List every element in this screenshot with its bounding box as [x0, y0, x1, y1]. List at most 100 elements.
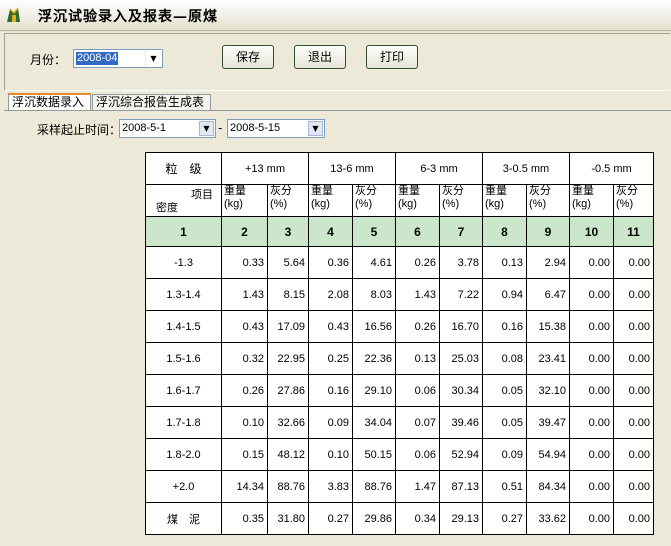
ash-cell[interactable]: 50.15 — [352, 438, 396, 471]
ash-cell[interactable]: 0.00 — [613, 470, 654, 503]
ash-cell[interactable]: 31.80 — [267, 502, 309, 535]
weight-cell[interactable]: 0.43 — [308, 310, 353, 343]
ash-cell[interactable]: 0.00 — [613, 310, 654, 343]
weight-cell[interactable]: 0.36 — [308, 246, 353, 279]
weight-cell[interactable]: 2.08 — [308, 278, 353, 311]
tab-report-generation[interactable]: 浮沉综合报告生成表 — [92, 94, 211, 111]
weight-cell[interactable]: 0.35 — [221, 502, 268, 535]
weight-cell[interactable]: 1.43 — [221, 278, 268, 311]
ash-cell[interactable]: 0.00 — [613, 342, 654, 375]
ash-cell[interactable]: 29.86 — [352, 502, 396, 535]
weight-cell[interactable]: 0.00 — [569, 502, 614, 535]
weight-cell[interactable]: 0.00 — [569, 246, 614, 279]
ash-cell[interactable]: 27.86 — [267, 374, 309, 407]
ash-cell[interactable]: 0.00 — [613, 278, 654, 311]
weight-cell[interactable]: 14.34 — [221, 470, 268, 503]
ash-cell[interactable]: 48.12 — [267, 438, 309, 471]
weight-cell[interactable]: 1.47 — [395, 470, 440, 503]
chevron-down-icon[interactable]: ▼ — [308, 121, 323, 136]
weight-cell[interactable]: 0.33 — [221, 246, 268, 279]
ash-cell[interactable]: 32.10 — [526, 374, 570, 407]
weight-cell[interactable]: 0.51 — [482, 470, 527, 503]
ash-cell[interactable]: 30.34 — [439, 374, 483, 407]
weight-cell[interactable]: 0.34 — [395, 502, 440, 535]
print-button[interactable]: 打印 — [366, 45, 418, 69]
weight-cell[interactable]: 0.32 — [221, 342, 268, 375]
weight-cell[interactable]: 0.00 — [569, 438, 614, 471]
ash-cell[interactable]: 0.00 — [613, 438, 654, 471]
ash-cell[interactable]: 32.66 — [267, 406, 309, 439]
ash-cell[interactable]: 29.13 — [439, 502, 483, 535]
save-button[interactable]: 保存 — [222, 45, 274, 69]
ash-cell[interactable]: 17.09 — [267, 310, 309, 343]
ash-cell[interactable]: 29.10 — [352, 374, 396, 407]
ash-cell[interactable]: 0.00 — [613, 406, 654, 439]
month-select[interactable]: 2008-04 ▼ — [73, 49, 163, 68]
ash-cell[interactable]: 87.13 — [439, 470, 483, 503]
ash-cell[interactable]: 6.47 — [526, 278, 570, 311]
weight-cell[interactable]: 0.00 — [569, 278, 614, 311]
ash-cell[interactable]: 3.78 — [439, 246, 483, 279]
ash-cell[interactable]: 15.38 — [526, 310, 570, 343]
weight-cell[interactable]: 0.07 — [395, 406, 440, 439]
chevron-down-icon[interactable]: ▼ — [199, 121, 214, 136]
ash-cell[interactable]: 25.03 — [439, 342, 483, 375]
weight-cell[interactable]: 0.13 — [395, 342, 440, 375]
weight-cell[interactable]: 0.00 — [569, 342, 614, 375]
weight-cell[interactable]: 0.09 — [308, 406, 353, 439]
ash-cell[interactable]: 23.41 — [526, 342, 570, 375]
ash-cell[interactable]: 5.64 — [267, 246, 309, 279]
weight-cell[interactable]: 0.16 — [482, 310, 527, 343]
weight-cell[interactable]: 0.10 — [221, 406, 268, 439]
start-date-select[interactable]: 2008-5-1 ▼ — [119, 119, 216, 138]
weight-cell[interactable]: 0.00 — [569, 374, 614, 407]
ash-cell[interactable]: 16.56 — [352, 310, 396, 343]
weight-cell[interactable]: 0.26 — [395, 310, 440, 343]
ash-cell[interactable]: 4.61 — [352, 246, 396, 279]
weight-cell[interactable]: 0.16 — [308, 374, 353, 407]
chevron-down-icon[interactable]: ▼ — [145, 51, 161, 66]
ash-cell[interactable]: 8.03 — [352, 278, 396, 311]
weight-cell[interactable]: 0.13 — [482, 246, 527, 279]
ash-cell[interactable]: 54.94 — [526, 438, 570, 471]
ash-cell[interactable]: 0.00 — [613, 374, 654, 407]
ash-cell[interactable]: 52.94 — [439, 438, 483, 471]
weight-cell[interactable]: 0.94 — [482, 278, 527, 311]
weight-cell[interactable]: 0.00 — [569, 470, 614, 503]
weight-cell[interactable]: 0.06 — [395, 374, 440, 407]
weight-cell[interactable]: 0.00 — [569, 310, 614, 343]
weight-cell[interactable]: 0.05 — [482, 406, 527, 439]
ash-cell[interactable]: 8.15 — [267, 278, 309, 311]
ash-cell[interactable]: 88.76 — [267, 470, 309, 503]
weight-cell[interactable]: 0.26 — [395, 246, 440, 279]
weight-cell[interactable]: 0.08 — [482, 342, 527, 375]
ash-cell[interactable]: 88.76 — [352, 470, 396, 503]
ash-cell[interactable]: 0.00 — [613, 502, 654, 535]
weight-cell[interactable]: 0.09 — [482, 438, 527, 471]
weight-cell[interactable]: 0.26 — [221, 374, 268, 407]
ash-cell[interactable]: 33.62 — [526, 502, 570, 535]
ash-cell[interactable]: 7.22 — [439, 278, 483, 311]
weight-cell[interactable]: 3.83 — [308, 470, 353, 503]
ash-cell[interactable]: 84.34 — [526, 470, 570, 503]
weight-cell[interactable]: 0.27 — [482, 502, 527, 535]
weight-cell[interactable]: 1.43 — [395, 278, 440, 311]
exit-button[interactable]: 退出 — [294, 45, 346, 69]
weight-cell[interactable]: 0.10 — [308, 438, 353, 471]
ash-cell[interactable]: 0.00 — [613, 246, 654, 279]
weight-cell[interactable]: 0.05 — [482, 374, 527, 407]
ash-cell[interactable]: 2.94 — [526, 246, 570, 279]
weight-cell[interactable]: 0.06 — [395, 438, 440, 471]
ash-cell[interactable]: 39.47 — [526, 406, 570, 439]
weight-cell[interactable]: 0.27 — [308, 502, 353, 535]
weight-cell[interactable]: 0.00 — [569, 406, 614, 439]
ash-cell[interactable]: 22.95 — [267, 342, 309, 375]
weight-cell[interactable]: 0.15 — [221, 438, 268, 471]
ash-cell[interactable]: 16.70 — [439, 310, 483, 343]
ash-cell[interactable]: 34.04 — [352, 406, 396, 439]
ash-cell[interactable]: 39.46 — [439, 406, 483, 439]
weight-cell[interactable]: 0.25 — [308, 342, 353, 375]
end-date-select[interactable]: 2008-5-15 ▼ — [227, 119, 325, 138]
tab-data-entry[interactable]: 浮沉数据录入 — [8, 93, 91, 111]
ash-cell[interactable]: 22.36 — [352, 342, 396, 375]
